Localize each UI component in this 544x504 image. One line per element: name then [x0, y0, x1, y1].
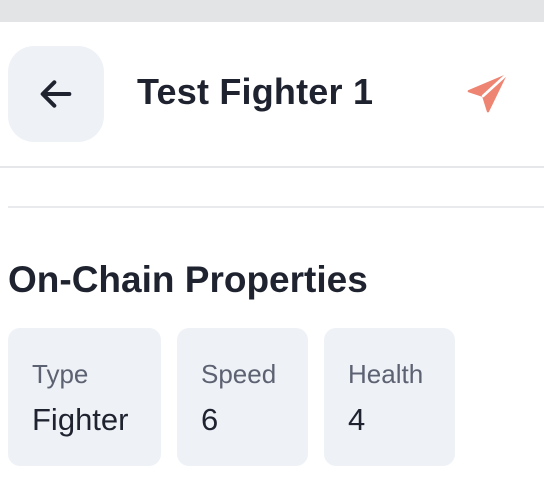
section-title: On-Chain Properties — [8, 259, 368, 300]
header: Test Fighter 1 — [0, 22, 544, 166]
section-divider — [8, 206, 544, 208]
send-button[interactable] — [462, 72, 512, 116]
send-icon — [467, 74, 507, 113]
back-button[interactable] — [8, 46, 104, 142]
property-value: 4 — [348, 402, 366, 437]
property-label: Type — [32, 359, 89, 389]
property-value: Fighter — [32, 402, 129, 437]
property-card-health: Health 4 — [324, 328, 455, 466]
page-title: Test Fighter 1 — [137, 71, 374, 112]
property-label: Speed — [201, 359, 277, 389]
properties-row: Type Fighter Speed 6 Health 4 — [8, 328, 455, 466]
property-card-speed: Speed 6 — [177, 328, 308, 466]
property-label: Health — [348, 359, 424, 389]
property-card-type: Type Fighter — [8, 328, 161, 466]
arrow-left-icon — [40, 80, 72, 108]
property-value: 6 — [201, 402, 219, 437]
status-bar-strip — [0, 0, 544, 22]
header-divider — [0, 166, 544, 168]
